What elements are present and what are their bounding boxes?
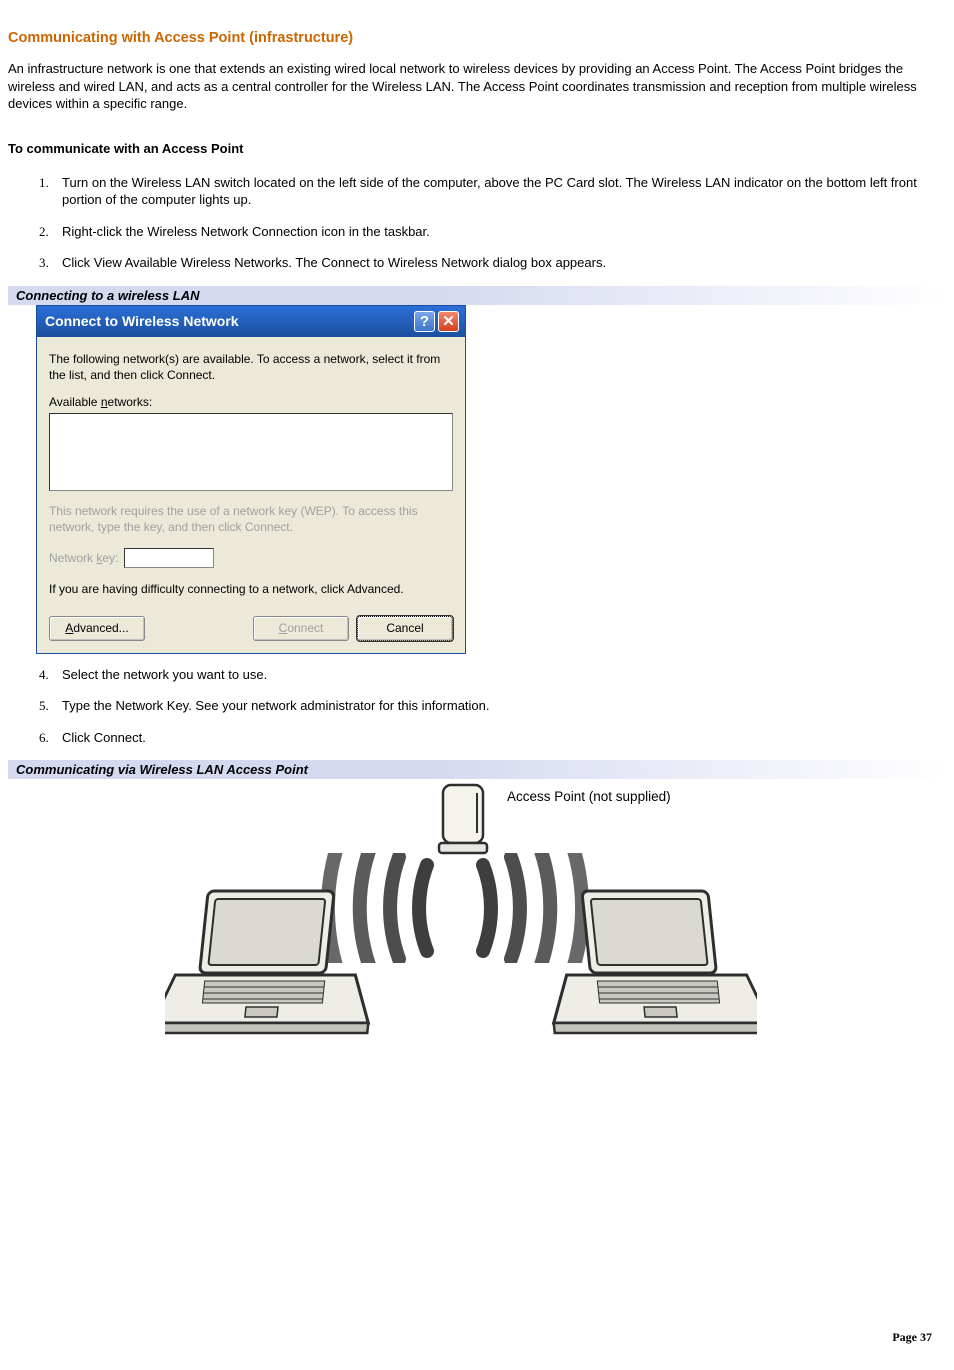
wep-hint-text: This network requires the use of a netwo… (49, 503, 453, 535)
available-networks-label: Available networks: (49, 395, 453, 409)
figure-heading-2: Communicating via Wireless LAN Access Po… (8, 760, 946, 779)
list-item: Right-click the Wireless Network Connect… (52, 223, 946, 241)
cancel-button[interactable]: Cancel (357, 616, 453, 641)
connect-dialog: Connect to Wireless Network ? ✕ The foll… (36, 305, 466, 654)
access-point-icon (433, 779, 497, 861)
page-number: Page 37 (892, 1330, 932, 1345)
list-item: Type the Network Key. See your network a… (52, 697, 946, 715)
available-networks-listbox[interactable] (49, 413, 453, 491)
connect-button[interactable]: Connect (253, 616, 349, 641)
laptop-icon (165, 883, 385, 1043)
laptop-icon (537, 883, 757, 1043)
list-item: Click Connect. (52, 729, 946, 747)
intro-paragraph: An infrastructure network is one that ex… (8, 60, 946, 113)
help-icon[interactable]: ? (414, 311, 435, 332)
list-item: Click View Available Wireless Networks. … (52, 254, 946, 272)
dialog-titlebar: Connect to Wireless Network ? ✕ (37, 306, 465, 337)
dialog-title: Connect to Wireless Network (45, 313, 239, 329)
dialog-screenshot: Connect to Wireless Network ? ✕ The foll… (36, 305, 946, 654)
diagram-container: Access Point (not supplied) (8, 783, 946, 1063)
access-point-label: Access Point (not supplied) (507, 789, 671, 804)
list-item: Turn on the Wireless LAN switch located … (52, 174, 946, 209)
list-item: Select the network you want to use. (52, 666, 946, 684)
network-key-input[interactable] (124, 548, 214, 568)
figure-heading-1: Connecting to a wireless LAN (8, 286, 946, 305)
network-key-label: Network key: (49, 551, 118, 565)
page-heading: Communicating with Access Point (infrast… (8, 30, 946, 46)
steps-list-a: Turn on the Wireless LAN switch located … (8, 174, 946, 272)
procedure-heading: To communicate with an Access Point (8, 141, 946, 156)
close-icon[interactable]: ✕ (438, 311, 459, 332)
advanced-hint-text: If you are having difficulty connecting … (49, 582, 453, 596)
advanced-button[interactable]: Advanced... (49, 616, 145, 641)
dialog-intro-text: The following network(s) are available. … (49, 351, 453, 383)
steps-list-b: Select the network you want to use. Type… (8, 666, 946, 747)
